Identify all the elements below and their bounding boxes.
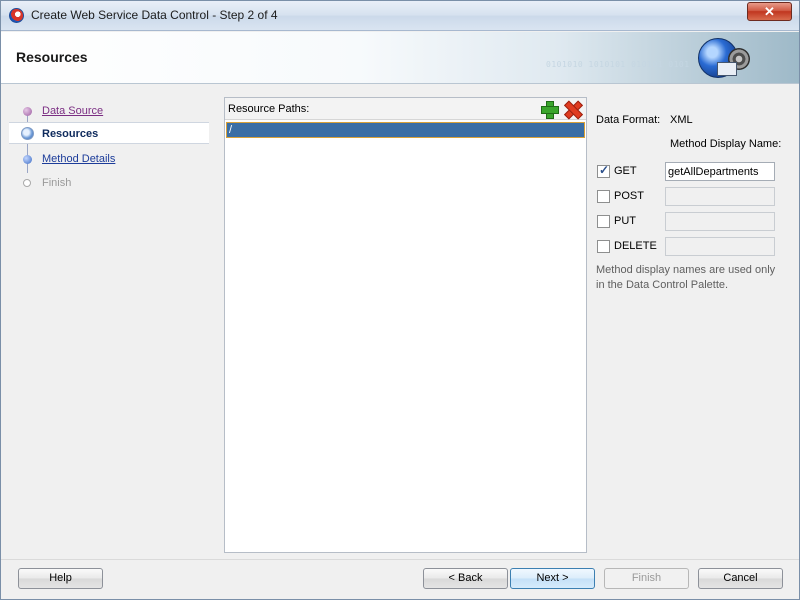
data-format-label: Data Format: — [596, 114, 661, 126]
delete-checkbox[interactable] — [597, 240, 610, 253]
data-format-value: XML — [670, 114, 693, 126]
nav-step-label: Data Source — [42, 105, 104, 117]
add-icon[interactable] — [541, 101, 559, 119]
delete-display-name-field[interactable] — [665, 237, 775, 256]
post-checkbox[interactable] — [597, 190, 610, 203]
server-icon — [717, 62, 737, 76]
resource-paths-label: Resource Paths: — [228, 103, 310, 115]
post-label: POST — [614, 190, 644, 202]
nav-step-finish: Finish — [9, 172, 209, 194]
title-bar: Create Web Service Data Control - Step 2… — [1, 1, 799, 31]
put-display-name-field[interactable] — [665, 212, 775, 231]
back-button[interactable]: < Back — [423, 568, 508, 589]
step-current-icon — [21, 127, 34, 140]
close-button[interactable]: ✕ — [747, 2, 792, 21]
method-note: Method display names are used only in th… — [596, 264, 776, 291]
put-checkbox[interactable] — [597, 215, 610, 228]
dialog-window: Create Web Service Data Control - Step 2… — [0, 0, 800, 600]
nav-step-resources[interactable]: Resources — [9, 122, 209, 144]
delete-icon[interactable] — [564, 101, 580, 117]
finish-button[interactable]: Finish — [604, 568, 689, 589]
next-button[interactable]: Next > — [510, 568, 595, 589]
footer-divider — [1, 559, 799, 560]
step-visited-icon — [23, 107, 32, 116]
binary-decoration: 0101010 1010101 010101 0101 — [546, 60, 690, 69]
header-banner: Resources 0101010 1010101 010101 0101 — [1, 32, 799, 84]
resource-paths-header: Resource Paths: — [225, 98, 586, 120]
nav-step-method-details[interactable]: Method Details — [9, 148, 209, 170]
post-display-name-field[interactable] — [665, 187, 775, 206]
get-display-name-field[interactable] — [665, 162, 775, 181]
step-link-icon — [23, 155, 32, 164]
window-title: Create Web Service Data Control - Step 2… — [31, 8, 278, 22]
wizard-steps-nav: Data Source Resources Method Details Fin… — [9, 97, 209, 552]
app-logo-icon — [9, 8, 24, 23]
put-label: PUT — [614, 215, 636, 227]
resource-path-row[interactable]: / — [226, 122, 585, 138]
resource-paths-panel: Resource Paths: / — [224, 97, 587, 553]
get-label: GET — [614, 165, 637, 177]
get-checkbox[interactable] — [597, 163, 610, 178]
nav-step-data-source[interactable]: Data Source — [9, 100, 209, 122]
nav-step-label: Finish — [42, 177, 72, 189]
delete-label: DELETE — [614, 240, 657, 252]
page-title: Resources — [16, 49, 88, 65]
help-button[interactable]: Help — [18, 568, 103, 589]
step-disabled-icon — [23, 179, 31, 187]
cancel-button[interactable]: Cancel — [698, 568, 783, 589]
nav-step-label: Method Details — [42, 153, 116, 165]
nav-step-label: Resources — [42, 128, 99, 140]
method-display-name-label: Method Display Name: — [670, 138, 782, 150]
